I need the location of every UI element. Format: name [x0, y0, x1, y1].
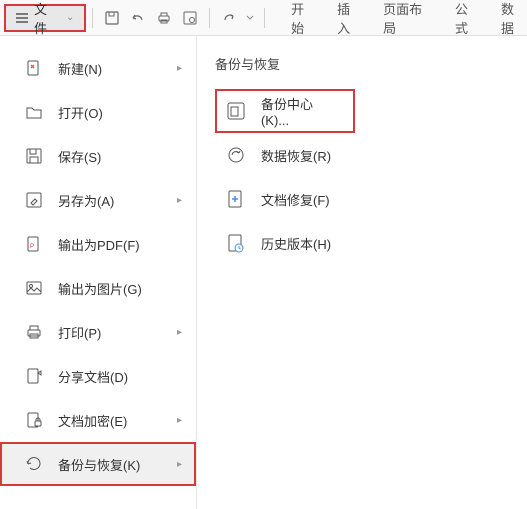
save-as-icon	[24, 190, 44, 210]
lock-icon	[24, 410, 44, 430]
menu-label: 输出为图片(G)	[58, 279, 182, 298]
image-export-icon	[24, 278, 44, 298]
print-icon	[24, 322, 44, 342]
save-icon	[24, 146, 44, 166]
file-menu-right: 备份与恢复 备份中心(K)... 数据恢复(R) 文档修复(F) 历史版本(H)	[197, 36, 527, 509]
sub-item-label: 数据恢复(R)	[261, 146, 331, 165]
backup-restore-icon	[24, 454, 44, 474]
menu-item-open[interactable]: 打开(O)	[0, 90, 196, 134]
menu-item-exportimg[interactable]: 输出为图片(G)	[0, 266, 196, 310]
preview-quick-icon[interactable]	[180, 8, 200, 28]
tab-pagelayout[interactable]: 页面布局	[383, 0, 435, 37]
tab-data[interactable]: 数据	[501, 0, 527, 37]
file-menu-left: 新建(N) ▸ 打开(O) 保存(S) 另存为(A) ▸ P 输出为PDF(F)…	[0, 36, 197, 509]
sub-item-label: 历史版本(H)	[261, 234, 331, 253]
new-file-icon	[24, 58, 44, 78]
print-quick-icon[interactable]	[154, 8, 174, 28]
hamburger-icon	[16, 13, 28, 23]
menu-label: 文档加密(E)	[58, 411, 177, 430]
file-menu-label: 文件	[34, 0, 60, 37]
tab-start[interactable]: 开始	[291, 0, 317, 37]
data-recover-icon	[225, 144, 247, 166]
menu-label: 打开(O)	[58, 103, 182, 122]
chevron-right-icon: ▸	[177, 459, 182, 470]
menu-label: 另存为(A)	[58, 191, 177, 210]
backup-center-icon	[225, 100, 247, 122]
sub-item-doc-repair[interactable]: 文档修复(F)	[215, 177, 355, 221]
chevron-right-icon: ▸	[177, 63, 182, 74]
chevron-down-icon: ⌄	[66, 12, 74, 23]
sub-item-label: 备份中心(K)...	[261, 94, 341, 128]
doc-repair-icon	[225, 188, 247, 210]
menu-item-save[interactable]: 保存(S)	[0, 134, 196, 178]
undo-arrow-icon[interactable]	[128, 8, 148, 28]
tab-insert[interactable]: 插入	[337, 0, 363, 37]
chevron-right-icon: ▸	[177, 327, 182, 338]
toolbar-separator	[264, 8, 265, 28]
menu-item-print[interactable]: 打印(P) ▸	[0, 310, 196, 354]
ribbon-tabs: 开始 插入 页面布局 公式 数据	[291, 0, 527, 37]
redo-curve-icon[interactable]	[219, 8, 239, 28]
chevron-right-icon: ▸	[177, 195, 182, 206]
sub-item-history[interactable]: 历史版本(H)	[215, 221, 355, 265]
menu-item-share[interactable]: 分享文档(D)	[0, 354, 196, 398]
menu-item-saveas[interactable]: 另存为(A) ▸	[0, 178, 196, 222]
sub-item-backup-center[interactable]: 备份中心(K)...	[215, 89, 355, 133]
file-menu-button[interactable]: 文件 ⌄	[4, 4, 86, 32]
pdf-export-icon: P	[24, 234, 44, 254]
top-toolbar: 文件 ⌄ 开始 插入 页面布局 公式 数据	[0, 0, 527, 36]
menu-item-backup[interactable]: 备份与恢复(K) ▸	[0, 442, 196, 486]
menu-label: 打印(P)	[58, 323, 177, 342]
toolbar-separator	[92, 8, 93, 28]
toolbar-separator	[209, 8, 210, 28]
chevron-right-icon: ▸	[177, 415, 182, 426]
menu-item-exportpdf[interactable]: P 输出为PDF(F)	[0, 222, 196, 266]
sub-item-label: 文档修复(F)	[261, 190, 330, 209]
sub-item-data-recover[interactable]: 数据恢复(R)	[215, 133, 355, 177]
tab-formula[interactable]: 公式	[455, 0, 481, 37]
menu-label: 新建(N)	[58, 59, 177, 78]
history-version-icon	[225, 232, 247, 254]
menu-label: 输出为PDF(F)	[58, 235, 182, 254]
menu-label: 分享文档(D)	[58, 367, 182, 386]
menu-item-new[interactable]: 新建(N) ▸	[0, 46, 196, 90]
menu-item-encrypt[interactable]: 文档加密(E) ▸	[0, 398, 196, 442]
section-title: 备份与恢复	[215, 54, 527, 73]
menu-label: 保存(S)	[58, 147, 182, 166]
menu-label: 备份与恢复(K)	[58, 455, 177, 474]
folder-open-icon	[24, 102, 44, 122]
save-quick-icon[interactable]	[102, 8, 122, 28]
svg-text:P: P	[30, 244, 34, 250]
share-icon	[24, 366, 44, 386]
dropdown-small-icon[interactable]	[245, 8, 255, 28]
